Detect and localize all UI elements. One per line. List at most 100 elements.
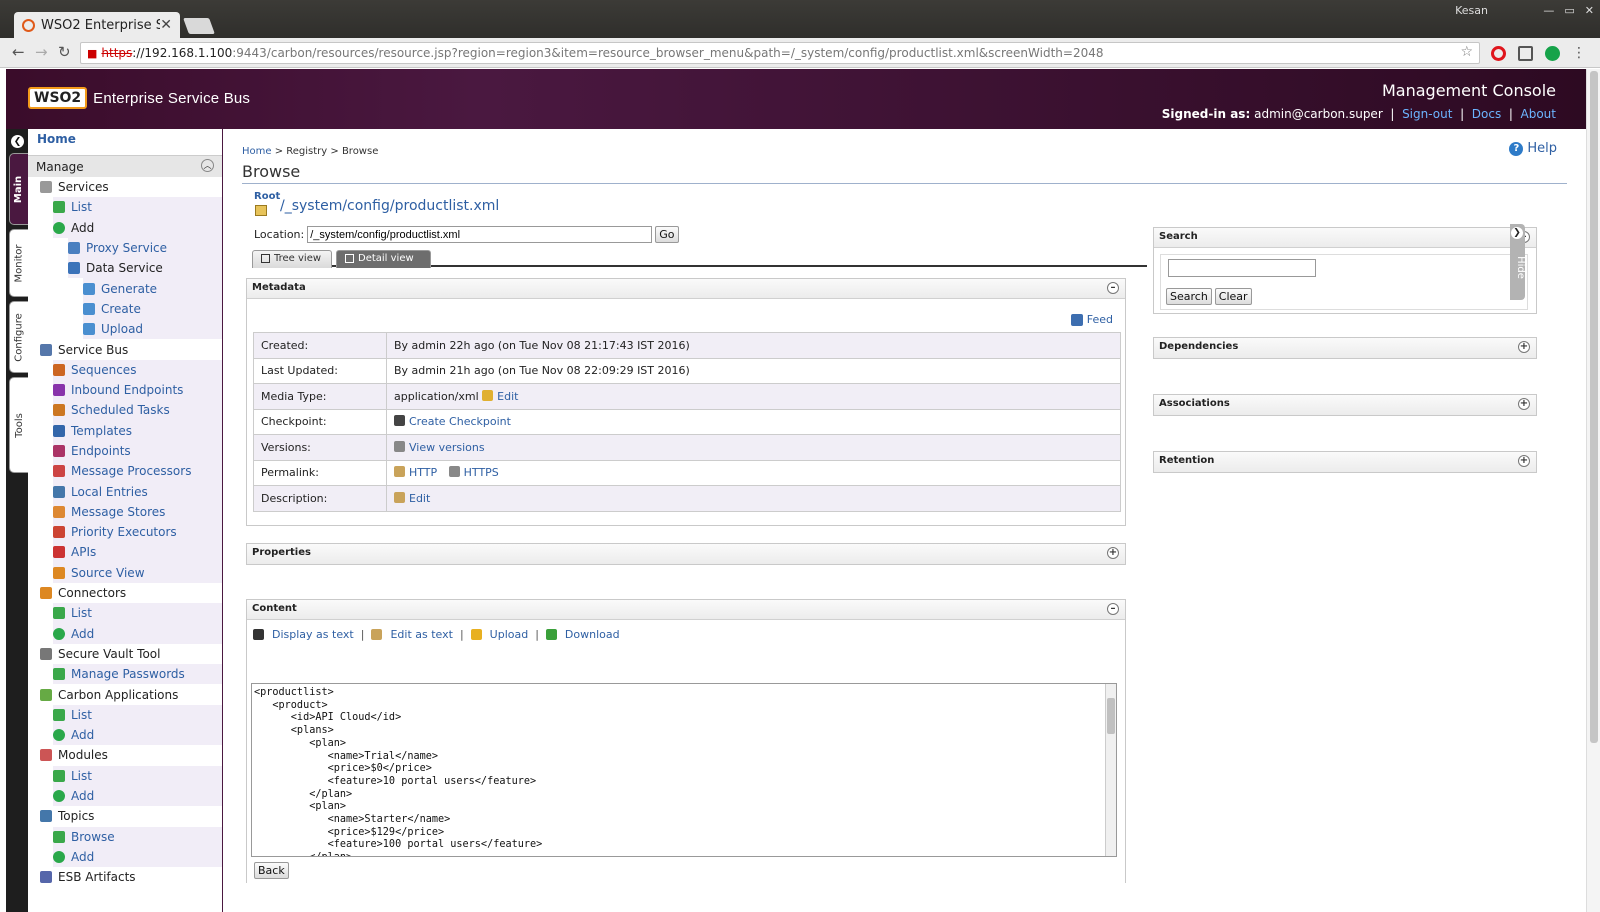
breadcrumb-home[interactable]: Home [242, 146, 272, 157]
sidebar-item-apis[interactable]: APIs [28, 542, 222, 563]
back-arrow-icon[interactable]: ← [12, 43, 25, 61]
metadata-link[interactable]: Edit [409, 492, 430, 505]
sidebar-item-list[interactable]: List [28, 765, 222, 786]
collapse-icon[interactable]: – [1107, 282, 1119, 294]
content-header[interactable]: Content – [247, 600, 1125, 620]
forward-arrow-icon[interactable]: → [35, 43, 48, 61]
browser-tab[interactable]: WSO2 Enterprise S ✕ [14, 12, 180, 38]
sidebar-item-upload[interactable]: Upload [28, 319, 222, 340]
sidebar-item-create[interactable]: Create [28, 298, 222, 320]
sidebar-item-add[interactable]: Add [28, 725, 222, 746]
sidebar-item-templates[interactable]: Templates [28, 420, 222, 441]
sidebar-item-generate[interactable]: Generate [28, 278, 222, 299]
go-button[interactable]: Go [655, 226, 679, 243]
feed-link[interactable]: Feed [1070, 313, 1113, 326]
tab-configure[interactable]: Configure [9, 301, 29, 373]
sidebar-item-sequences[interactable]: Sequences [28, 359, 222, 380]
metadata-link[interactable]: HTTPS [464, 466, 499, 479]
sidebar-item-carbon-applications[interactable]: Carbon Applications [28, 684, 222, 705]
tab-monitor[interactable]: Monitor [9, 229, 29, 297]
detail-view-tab[interactable]: Detail view [336, 250, 431, 268]
back-button[interactable]: Back [254, 862, 289, 879]
metadata-link[interactable]: View versions [409, 441, 485, 454]
sidebar-item-add[interactable]: Add [28, 217, 222, 238]
search-input[interactable] [1168, 259, 1316, 277]
grammarly-extension-icon[interactable] [1545, 45, 1560, 61]
address-bar[interactable]: ■ https://192.168.1.100:9443/carbon/reso… [80, 42, 1480, 64]
docs-link[interactable]: Docs [1472, 107, 1501, 121]
sidebar-item-browse[interactable]: Browse [28, 826, 222, 847]
associations-header[interactable]: Associations + [1154, 395, 1536, 415]
expand-icon[interactable]: + [1518, 341, 1530, 353]
retention-header[interactable]: Retention + [1154, 452, 1536, 472]
metadata-link[interactable]: Create Checkpoint [409, 415, 511, 428]
sidebar-item-manage-passwords[interactable]: Manage Passwords [28, 664, 222, 685]
search-button[interactable]: Search [1166, 288, 1212, 305]
page-scrollbar-thumb[interactable] [1590, 71, 1598, 743]
search-header[interactable]: Search– [1154, 228, 1536, 248]
textarea-scrollbar[interactable] [1105, 684, 1116, 856]
sidebar-item-services[interactable]: Services [28, 177, 222, 198]
sidebar-item-add[interactable]: Add [28, 785, 222, 807]
sidebar-item-endpoints[interactable]: Endpoints [28, 440, 222, 462]
about-link[interactable]: About [1521, 107, 1556, 121]
download-link[interactable]: Download [565, 628, 620, 641]
bookmark-star-icon[interactable]: ☆ [1460, 44, 1473, 60]
tree-view-tab[interactable]: Tree view [252, 250, 332, 268]
expand-icon[interactable]: + [1518, 398, 1530, 410]
new-tab-button[interactable] [183, 18, 215, 34]
metadata-header[interactable]: Metadata – [247, 279, 1125, 299]
metadata-link[interactable]: HTTP [409, 466, 437, 479]
wso2-esb-logo[interactable]: WSO2 Enterprise Service Bus [28, 87, 250, 109]
sidebar-manage-header[interactable]: Manage ︿ [28, 155, 222, 177]
sidebar-home[interactable]: Home [28, 129, 222, 155]
close-tab-icon[interactable]: ✕ [160, 17, 172, 33]
dependencies-header[interactable]: Dependencies + [1154, 338, 1536, 358]
menu-dots-icon[interactable]: ⋮ [1572, 45, 1586, 61]
sidebar-item-secure-vault-tool[interactable]: Secure Vault Tool [28, 643, 222, 665]
sidebar-item-message-processors[interactable]: Message Processors [28, 461, 222, 482]
sidebar-item-list[interactable]: List [28, 197, 222, 218]
collapse-menu-icon[interactable]: ❮ [11, 135, 24, 148]
sidebar-item-message-stores[interactable]: Message Stores [28, 501, 222, 523]
sidebar-item-add[interactable]: Add [28, 846, 222, 868]
scrollbar-thumb[interactable] [1107, 698, 1115, 734]
root-link[interactable]: Root [254, 191, 280, 202]
tab-tools[interactable]: Tools [9, 377, 29, 473]
page-scrollbar[interactable] [1586, 69, 1600, 912]
clear-button[interactable]: Clear [1214, 288, 1252, 305]
sidebar-item-inbound-endpoints[interactable]: Inbound Endpoints [28, 379, 222, 401]
reload-icon[interactable]: ↻ [58, 43, 71, 61]
sidebar-item-list[interactable]: List [28, 704, 222, 726]
sidebar-item-esb-artifacts[interactable]: ESB Artifacts [28, 867, 222, 888]
opera-extension-icon[interactable] [1491, 45, 1506, 61]
sidebar-item-topics[interactable]: Topics [28, 806, 222, 827]
feed-label[interactable]: Feed [1087, 313, 1113, 326]
sidebar-item-local-entries[interactable]: Local Entries [28, 481, 222, 502]
xml-content-textarea[interactable]: <productlist> <product> <id>API Cloud</i… [251, 683, 1117, 857]
properties-header[interactable]: Properties + [247, 544, 1125, 564]
close-window-icon[interactable]: ✕ [1585, 4, 1594, 17]
upload-link[interactable]: Upload [490, 628, 529, 641]
edit-as-text-link[interactable]: Edit as text [390, 628, 452, 641]
tab-main[interactable]: Main [9, 153, 29, 225]
sidebar-item-data-service[interactable]: Data Service [28, 258, 222, 279]
sidebar-item-modules[interactable]: Modules [28, 745, 222, 766]
help-link[interactable]: ? Help [1509, 141, 1557, 156]
resource-path[interactable]: /_system/config/productlist.xml [280, 198, 499, 214]
sidebar-item-service-bus[interactable]: Service Bus [28, 339, 222, 360]
sidebar-item-source-view[interactable]: Source View [28, 562, 222, 583]
home-link[interactable]: Home [37, 132, 76, 146]
display-as-text-link[interactable]: Display as text [272, 628, 354, 641]
sidebar-item-proxy-service[interactable]: Proxy Service [28, 237, 222, 259]
minimize-icon[interactable]: — [1543, 4, 1554, 17]
sidebar-item-connectors[interactable]: Connectors [28, 582, 222, 604]
cast-extension-icon[interactable] [1518, 45, 1533, 61]
collapse-up-icon[interactable]: ︿ [201, 159, 214, 172]
sidebar-item-scheduled-tasks[interactable]: Scheduled Tasks [28, 400, 222, 421]
expand-icon[interactable]: + [1518, 455, 1530, 467]
metadata-link[interactable]: Edit [497, 390, 518, 403]
maximize-icon[interactable]: ▭ [1564, 4, 1574, 17]
sidebar-item-priority-executors[interactable]: Priority Executors [28, 522, 222, 543]
sign-out-link[interactable]: Sign-out [1402, 107, 1452, 121]
